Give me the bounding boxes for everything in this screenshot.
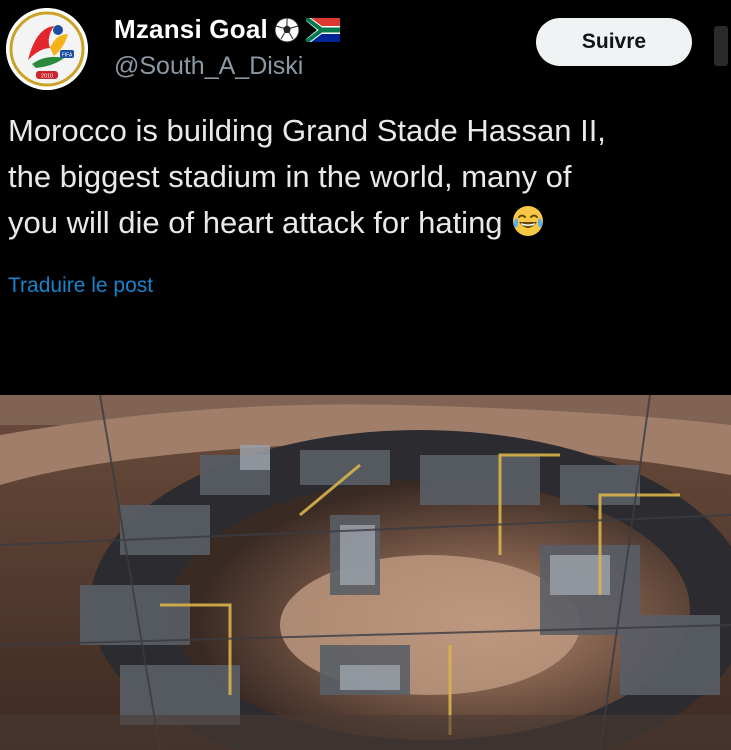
name-row: Mzansi Goal [114,14,340,45]
user-handle[interactable]: @South_A_Diski [114,52,303,81]
post-text: Morocco is building Grand Stade Hassan I… [8,108,731,251]
avatar[interactable]: FIFA 2010 [6,8,88,90]
tweet-screenshot: FIFA 2010 Mzansi Goal @South_A_Diski Sui… [0,0,731,750]
fifa-2010-logo-icon: FIFA 2010 [6,8,88,90]
tears-of-joy-emoji-icon [511,204,545,251]
translate-post-link[interactable]: Traduire le post [8,274,153,298]
soccer-ball-icon [274,17,300,42]
post-media-image[interactable] [0,395,731,750]
more-options-icon[interactable] [714,26,728,66]
follow-button[interactable]: Suivre [536,18,692,66]
post-text-line-last: you will die of heart attack for hating [8,200,731,251]
svg-text:2010: 2010 [41,74,53,80]
stadium-construction-photo [0,395,731,750]
display-name[interactable]: Mzansi Goal [114,14,268,45]
south-africa-flag-icon [305,17,340,42]
post-text-line: the biggest stadium in the world, many o… [8,159,572,194]
post-header: FIFA 2010 Mzansi Goal @South_A_Diski Sui… [0,0,731,100]
post-text-line: Morocco is building Grand Stade Hassan I… [8,113,606,148]
svg-text:FIFA: FIFA [62,53,73,59]
